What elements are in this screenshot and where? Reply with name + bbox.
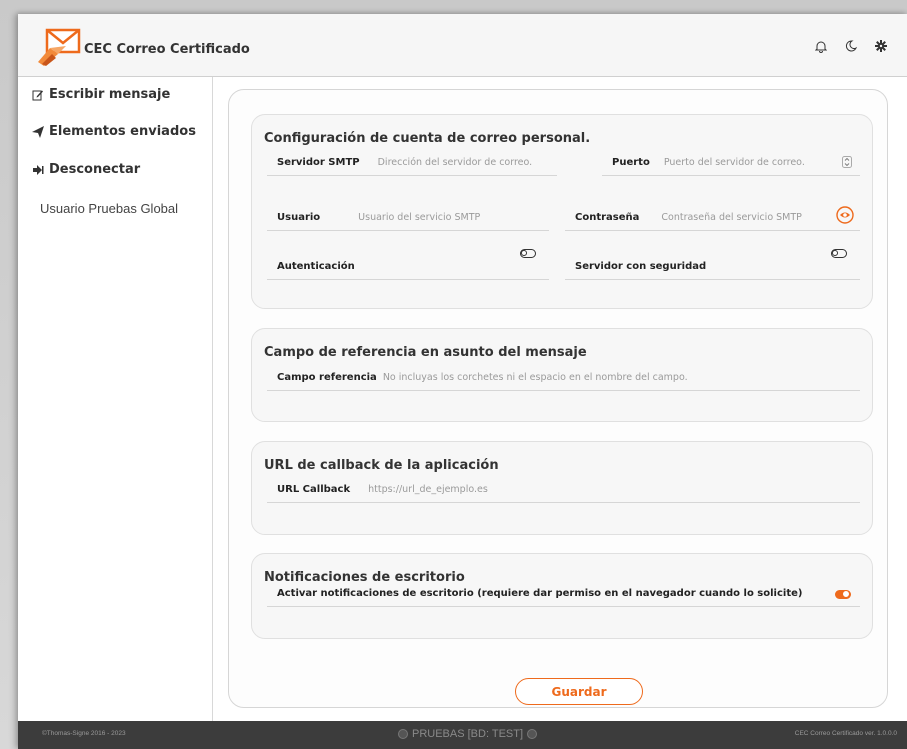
version-label: CEC Correo Certificado ver. 1.0.0.0: [794, 730, 897, 737]
field-label: Autenticación: [277, 260, 355, 272]
sidebar-item-label: Escribir mensaje: [49, 87, 171, 102]
logout-icon: [33, 164, 44, 175]
card-title: Configuración de cuenta de correo person…: [264, 131, 591, 146]
field-label: Campo referencia: [277, 371, 377, 383]
current-user: Usuario Pruebas Global: [40, 201, 179, 216]
field-label: Activar notificaciones de escritorio (re…: [277, 587, 803, 599]
show-password-icon[interactable]: [836, 206, 854, 228]
sidebar: Escribir mensaje Elementos enviados Desc…: [18, 77, 213, 721]
reference-input[interactable]: No incluyas los corchetes ni el espacio …: [383, 372, 688, 383]
field-label: URL Callback: [277, 483, 351, 495]
field-label: Puerto: [612, 156, 650, 168]
app-title: CEC Correo Certificado: [84, 42, 250, 57]
bell-icon[interactable]: [813, 38, 829, 54]
field-label: Contraseña: [575, 211, 640, 223]
smtp-port-input[interactable]: Puerto del servidor de correo.: [664, 157, 805, 168]
desktop-notifications-toggle[interactable]: [835, 590, 851, 599]
smtp-settings-card: Configuración de cuenta de correo person…: [251, 114, 873, 309]
smtp-server-input[interactable]: Dirección del servidor de correo.: [378, 157, 533, 168]
environment-indicator: PRUEBAS [BD: TEST]: [398, 728, 538, 740]
callback-url-field[interactable]: URL Callback https://url_de_ejemplo.es: [267, 476, 860, 503]
moon-icon[interactable]: [843, 38, 859, 54]
save-button[interactable]: Guardar: [515, 678, 643, 705]
number-stepper-icon[interactable]: [842, 153, 852, 172]
smtp-password-input[interactable]: Contraseña del servicio SMTP: [661, 212, 802, 223]
gear-icon[interactable]: [873, 38, 889, 54]
sidebar-item-label: Desconectar: [49, 162, 141, 177]
notifications-card: Notificaciones de escritorio Activar not…: [251, 553, 873, 639]
footer: ©Thomas-Signe 2016 - 2023 PRUEBAS [BD: T…: [18, 721, 907, 749]
auth-toggle[interactable]: [520, 249, 536, 258]
header: CEC Correo Certificado: [18, 14, 907, 77]
settings-panel: Configuración de cuenta de correo person…: [228, 89, 888, 708]
card-title: URL de callback de la aplicación: [264, 458, 499, 473]
field-label: Servidor SMTP: [277, 156, 360, 168]
callback-url-input[interactable]: https://url_de_ejemplo.es: [368, 484, 488, 495]
status-dot-icon: [527, 729, 538, 739]
smtp-user-input[interactable]: Usuario del servicio SMTP: [358, 212, 480, 223]
app-logo[interactable]: [36, 24, 82, 66]
field-label: Usuario: [277, 211, 321, 223]
app-window: CEC Correo Certificado Escribir mensaje: [18, 14, 907, 749]
status-dot-icon: [398, 729, 408, 739]
smtp-port-field[interactable]: Puerto Puerto del servidor de correo.: [602, 149, 860, 176]
sidebar-item-label: Elementos enviados: [49, 124, 196, 139]
reference-card: Campo de referencia en asunto del mensaj…: [251, 328, 873, 422]
environment-label: PRUEBAS [BD: TEST]: [412, 728, 524, 740]
sidebar-item-sent[interactable]: Elementos enviados: [32, 124, 196, 139]
secure-toggle-field: Servidor con seguridad: [565, 253, 860, 280]
callback-card: URL de callback de la aplicación URL Cal…: [251, 441, 873, 535]
edit-icon: [32, 90, 43, 100]
auth-toggle-field: Autenticación: [267, 253, 549, 280]
sidebar-item-write[interactable]: Escribir mensaje: [32, 87, 170, 102]
card-title: Campo de referencia en asunto del mensaj…: [264, 345, 587, 360]
reference-field[interactable]: Campo referencia No incluyas los corchet…: [267, 364, 860, 391]
send-icon: [32, 125, 44, 138]
smtp-server-field[interactable]: Servidor SMTP Dirección del servidor de …: [267, 149, 557, 176]
notifications-field: Activar notificaciones de escritorio (re…: [267, 580, 860, 607]
copyright: ©Thomas-Signe 2016 - 2023: [42, 730, 126, 737]
smtp-password-field[interactable]: Contraseña Contraseña del servicio SMTP: [565, 204, 860, 231]
sidebar-item-logout[interactable]: Desconectar: [32, 162, 140, 177]
field-label: Servidor con seguridad: [575, 260, 707, 272]
smtp-user-field[interactable]: Usuario Usuario del servicio SMTP: [267, 204, 549, 231]
secure-server-toggle[interactable]: [831, 249, 847, 258]
